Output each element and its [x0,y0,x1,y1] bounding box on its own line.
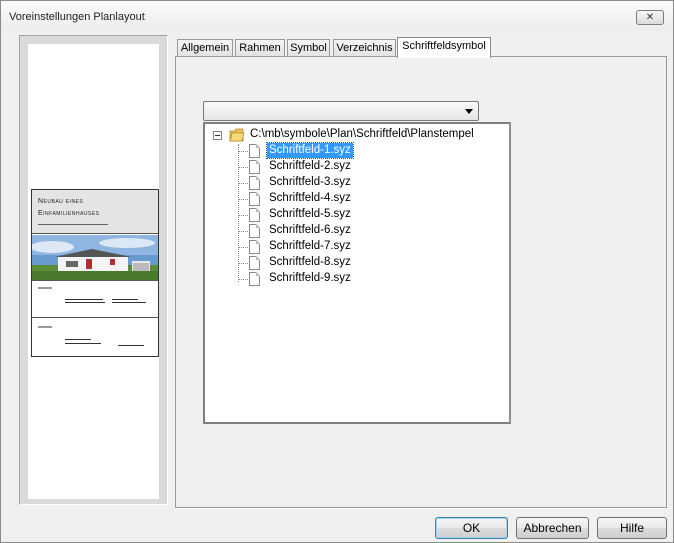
folder-icon [229,128,245,142]
file-tree[interactable]: C:\mb\symbole\Plan\Schriftfeld\Planstemp… [203,122,511,424]
title-block-title-line2: Einfamilienhauses [38,210,100,217]
file-icon [249,176,260,190]
separator [175,508,667,509]
file-icon [249,256,260,270]
tree-root-label: C:\mb\symbole\Plan\Schriftfeld\Planstemp… [250,128,474,140]
tree-item[interactable]: Schriftfeld-3.syz [238,175,388,191]
ok-button[interactable]: OK [435,517,508,539]
path-dropdown[interactable] [203,101,479,121]
title-block-header: Neubau eines Einfamilienhauses [32,190,158,234]
preview-panel: Neubau eines Einfamilienhauses [19,35,168,505]
tab-schriftfeldsymbol[interactable]: Schriftfeldsymbol [397,37,491,58]
file-icon [249,192,260,206]
file-icon [249,144,260,158]
tree-item-label: Schriftfeld-4.syz [269,192,351,204]
house-illustration [32,235,158,280]
title-block-section-2 [32,319,158,357]
file-icon [249,208,260,222]
tree-item-label: Schriftfeld-5.syz [269,208,351,220]
tree-item[interactable]: Schriftfeld-1.syz [238,142,388,159]
dropdown-arrow-icon[interactable] [465,109,473,114]
title-block-preview: Neubau eines Einfamilienhauses [31,189,159,357]
file-icon [249,240,260,254]
tab-rahmen[interactable]: Rahmen [235,39,285,57]
file-icon [249,224,260,238]
tree-item-label: Schriftfeld-3.syz [269,176,351,188]
tree-item[interactable]: Schriftfeld-7.syz [238,239,388,255]
tree-item-label: Schriftfeld-6.syz [269,224,351,236]
subtitle-scribble [38,224,108,225]
collapse-icon[interactable] [213,131,222,140]
house-image [32,235,158,281]
title-bar[interactable]: Voreinstellungen Planlayout ✕ [1,1,673,31]
close-button[interactable]: ✕ [636,10,664,25]
file-icon [249,272,260,286]
tab-allgemein[interactable]: Allgemein [177,39,233,57]
title-block-title-line1: Neubau eines [38,198,84,205]
tab-symbol[interactable]: Symbol [287,39,330,57]
tab-verzeichnis[interactable]: Verzeichnis [333,39,396,57]
help-button[interactable]: Hilfe [597,517,667,539]
tree-item[interactable]: Schriftfeld-4.syz [238,191,388,207]
tree-item-label: Schriftfeld-9.syz [269,272,351,284]
dialog-window: Voreinstellungen Planlayout ✕ Neubau ein… [0,0,674,543]
tree-item[interactable]: Schriftfeld-8.syz [238,255,388,271]
tree-item-label: Schriftfeld-2.syz [269,160,351,172]
tree-item-label: Schriftfeld-1.syz [266,142,354,159]
title-block-subtitle [38,223,118,227]
tree-item-label: Schriftfeld-7.syz [269,240,351,252]
title-block-section-1 [32,282,158,318]
tree-item-label: Schriftfeld-8.syz [269,256,351,268]
tree-item[interactable]: Schriftfeld-9.syz [238,271,388,287]
file-icon [249,160,260,174]
cancel-button[interactable]: Abbrechen [516,517,589,539]
tree-item[interactable]: Schriftfeld-5.syz [238,207,388,223]
window-title: Voreinstellungen Planlayout [9,11,145,23]
tree-item[interactable]: Schriftfeld-2.syz [238,159,388,175]
preview-canvas: Neubau eines Einfamilienhauses [28,44,159,499]
tree-item[interactable]: Schriftfeld-6.syz [238,223,388,239]
